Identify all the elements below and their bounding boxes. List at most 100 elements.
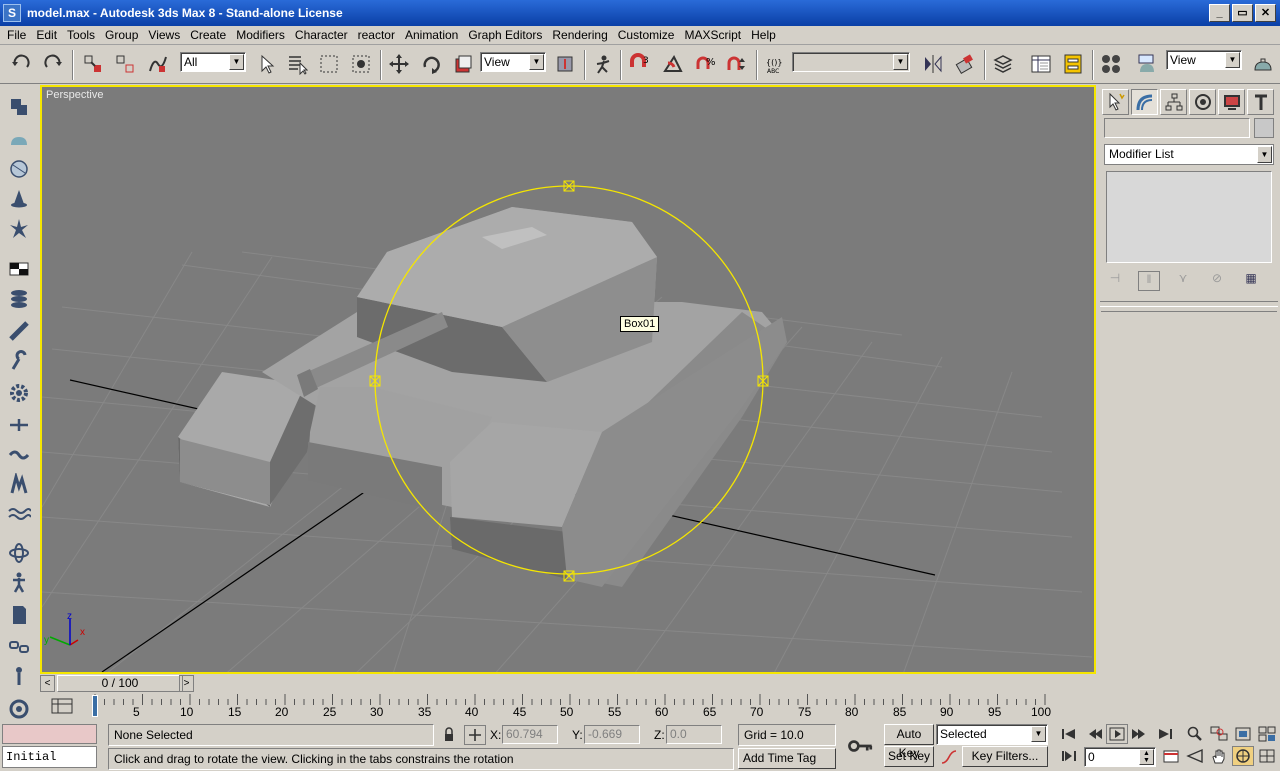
configure-modifier-sets-icon[interactable]: ▦ bbox=[1240, 271, 1262, 291]
current-frame-spinner[interactable]: 0 ▲ ▼ bbox=[1084, 747, 1156, 767]
link-chain-icon[interactable] bbox=[5, 633, 33, 661]
percent-snap-icon[interactable]: % bbox=[692, 51, 718, 77]
menu-create[interactable]: Create bbox=[185, 28, 231, 42]
menu-animation[interactable]: Animation bbox=[400, 28, 463, 42]
dynamics-settings-icon[interactable] bbox=[5, 695, 33, 723]
gear-icon[interactable] bbox=[5, 379, 33, 407]
maxscript-listener-output[interactable] bbox=[2, 724, 97, 744]
select-and-scale-icon[interactable] bbox=[450, 51, 476, 77]
menu-customize[interactable]: Customize bbox=[613, 28, 680, 42]
use-pivot-center-icon[interactable] bbox=[552, 51, 578, 77]
add-time-tag-button[interactable]: Add Time Tag bbox=[738, 748, 836, 769]
planes-icon[interactable] bbox=[5, 255, 33, 283]
make-unique-icon[interactable]: ⋎ bbox=[1172, 271, 1194, 291]
show-end-result-icon[interactable]: ‖ bbox=[1138, 271, 1160, 291]
menu-maxscript[interactable]: MAXScript bbox=[679, 28, 746, 42]
snaps-toggle-icon[interactable]: 3 bbox=[626, 51, 652, 77]
viewport-label[interactable]: Perspective bbox=[46, 89, 103, 101]
menu-file[interactable]: File bbox=[2, 28, 31, 42]
schematic-view-icon[interactable] bbox=[1060, 51, 1086, 77]
reactor-icon[interactable] bbox=[5, 539, 33, 567]
modifier-stack[interactable] bbox=[1106, 171, 1272, 263]
pan-hand-icon[interactable] bbox=[1208, 746, 1230, 766]
rectangular-selection-icon[interactable] bbox=[316, 51, 342, 77]
selection-filter-dropdown[interactable]: All ▼ bbox=[180, 52, 246, 72]
teapot-icon[interactable] bbox=[5, 125, 33, 153]
x-coord-field[interactable]: 60.794 bbox=[502, 725, 558, 744]
quick-render-icon[interactable] bbox=[1250, 51, 1276, 77]
zoom-all-icon[interactable] bbox=[1208, 724, 1230, 744]
spinner-snap-icon[interactable] bbox=[724, 51, 750, 77]
remove-modifier-icon[interactable]: ⊘ bbox=[1206, 271, 1228, 291]
manipulate-icon[interactable] bbox=[590, 51, 616, 77]
modify-tab-icon[interactable] bbox=[1131, 89, 1158, 115]
track-bar[interactable]: 5 10 15 20 25 30 35 40 45 50 55 60 65 70… bbox=[90, 692, 1051, 722]
material-editor-icon[interactable] bbox=[1098, 51, 1124, 77]
sphere-icon[interactable] bbox=[5, 155, 33, 183]
named-selection-sets-dropdown[interactable]: ▼ bbox=[792, 52, 910, 72]
bend-icon[interactable] bbox=[5, 411, 33, 439]
key-mode-toggle-icon[interactable] bbox=[1058, 746, 1080, 766]
render-scene-dialog-icon[interactable] bbox=[1134, 51, 1160, 77]
current-frame-marker[interactable] bbox=[92, 695, 98, 717]
menu-modifiers[interactable]: Modifiers bbox=[231, 28, 290, 42]
select-and-link-icon[interactable] bbox=[80, 51, 106, 77]
menu-graph-editors[interactable]: Graph Editors bbox=[463, 28, 547, 42]
menu-reactor[interactable]: reactor bbox=[353, 28, 400, 42]
align-icon[interactable] bbox=[952, 51, 978, 77]
mirror-icon[interactable] bbox=[920, 51, 946, 77]
utilities-tab-icon[interactable] bbox=[1247, 89, 1274, 115]
maximize-button[interactable]: ▭ bbox=[1232, 4, 1253, 22]
set-key-button[interactable]: Set Key bbox=[884, 746, 934, 767]
layer-manager-icon[interactable] bbox=[990, 51, 1016, 77]
absolute-mode-transform-icon[interactable] bbox=[464, 725, 486, 745]
maxscript-listener-input[interactable]: Initial Clust bbox=[2, 746, 97, 771]
select-and-move-icon[interactable] bbox=[386, 51, 412, 77]
lathe-icon[interactable] bbox=[5, 285, 33, 313]
menu-character[interactable]: Character bbox=[290, 28, 353, 42]
y-coord-field[interactable]: -0.669 bbox=[584, 725, 640, 744]
taper-icon[interactable] bbox=[5, 441, 33, 469]
cone-icon[interactable] bbox=[5, 185, 33, 213]
field-of-view-icon[interactable] bbox=[1184, 746, 1206, 766]
object-color-swatch[interactable] bbox=[1254, 118, 1274, 138]
menu-views[interactable]: Views bbox=[143, 28, 185, 42]
document-icon[interactable] bbox=[5, 601, 33, 629]
bevel-icon[interactable] bbox=[5, 317, 33, 345]
menu-edit[interactable]: Edit bbox=[31, 28, 62, 42]
render-type-dropdown[interactable]: View ▼ bbox=[1166, 50, 1242, 70]
create-box-icon[interactable] bbox=[5, 93, 33, 121]
zoom-extents-icon[interactable] bbox=[1232, 724, 1254, 744]
time-slider-next[interactable]: > bbox=[179, 675, 194, 692]
select-and-rotate-icon[interactable] bbox=[418, 51, 444, 77]
unlink-selection-icon[interactable] bbox=[112, 51, 138, 77]
minimize-button[interactable]: _ bbox=[1209, 4, 1230, 22]
play-icon[interactable] bbox=[1106, 724, 1128, 744]
time-slider[interactable]: < 0 / 100 > bbox=[40, 675, 1096, 692]
go-to-end-icon[interactable] bbox=[1154, 724, 1176, 744]
select-object-icon[interactable] bbox=[254, 51, 280, 77]
key-filters-button[interactable]: Key Filters... bbox=[962, 746, 1048, 767]
previous-frame-icon[interactable] bbox=[1084, 724, 1106, 744]
lock-icon[interactable] bbox=[438, 725, 460, 745]
zoom-extents-all-icon[interactable] bbox=[1256, 724, 1278, 744]
undo-icon[interactable] bbox=[8, 51, 34, 77]
time-slider-prev[interactable]: < bbox=[40, 675, 55, 692]
perspective-viewport[interactable]: Perspective Box01 x y z bbox=[40, 85, 1096, 674]
time-slider-thumb[interactable]: 0 / 100 bbox=[57, 675, 183, 692]
modifier-list-dropdown[interactable]: Modifier List ▼ bbox=[1104, 144, 1274, 165]
star-icon[interactable] bbox=[5, 215, 33, 243]
default-in-out-tangent-icon[interactable] bbox=[938, 747, 960, 767]
bind-to-space-warp-icon[interactable] bbox=[144, 51, 170, 77]
menu-tools[interactable]: Tools bbox=[62, 28, 100, 42]
noise-icon[interactable] bbox=[5, 471, 33, 499]
angle-snap-icon[interactable] bbox=[660, 51, 686, 77]
window-crossing-icon[interactable] bbox=[348, 51, 374, 77]
zoom-icon[interactable] bbox=[1184, 724, 1206, 744]
maximize-viewport-toggle-icon[interactable] bbox=[1256, 746, 1278, 766]
pin-stack-icon[interactable]: ⊣ bbox=[1104, 271, 1126, 291]
edit-named-selection-icon[interactable]: {()} ABC bbox=[762, 51, 788, 77]
twist-icon[interactable] bbox=[5, 347, 33, 375]
menu-rendering[interactable]: Rendering bbox=[547, 28, 612, 42]
set-key-mode-icon[interactable] bbox=[843, 734, 879, 758]
